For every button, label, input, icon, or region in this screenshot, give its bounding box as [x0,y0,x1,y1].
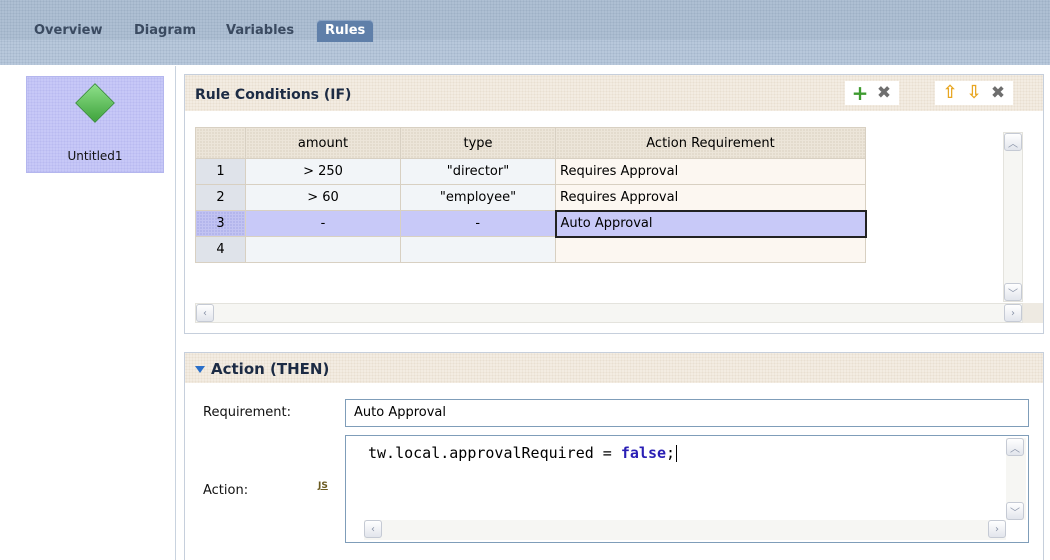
cell-action-requirement[interactable] [555,236,866,263]
cell-amount[interactable]: > 250 [245,158,401,185]
cell-amount[interactable]: - [245,210,401,237]
code-prefix: tw.local.approvalRequired = [368,444,621,462]
editor-vertical-scrollbar[interactable]: ︿ ﹀ [1006,438,1026,520]
cell-action-requirement[interactable]: Requires Approval [555,158,866,185]
javascript-icon[interactable]: JS [318,481,328,491]
code-suffix: ; [666,444,676,462]
tab-overview[interactable]: Overview [34,20,103,42]
row-number[interactable]: 3 [195,210,246,237]
table-row[interactable]: 2 > 60 "employee" Requires Approval [195,184,866,211]
tab-variables[interactable]: Variables [226,20,294,42]
move-up-icon[interactable]: ⇧ [941,84,959,102]
editor-tab-bar: Overview Diagram Variables Rules [0,0,1050,65]
step-palette: Untitled1 [0,66,176,560]
rules-editor: Rule Conditions (IF) + ✖ ⇧ ⇩ ✖ amount ty… [184,74,1044,560]
row-number-header [195,127,246,159]
rule-step-item[interactable]: Untitled1 [26,76,164,173]
cell-type[interactable] [400,236,556,263]
rule-conditions-section: Rule Conditions (IF) + ✖ ⇧ ⇩ ✖ amount ty… [184,74,1044,334]
tab-bar-base [0,40,1050,65]
table-row-selected[interactable]: 3 - - Auto Approval [195,209,867,238]
cell-type[interactable]: "director" [400,158,556,185]
cell-action-requirement[interactable]: Requires Approval [555,184,866,211]
column-header-type[interactable]: type [400,127,556,159]
table-horizontal-scrollbar[interactable]: ‹ › [195,303,1023,323]
scroll-down-icon[interactable]: ﹀ [1006,502,1024,520]
table-row[interactable]: 1 > 250 "director" Requires Approval [195,158,866,185]
requirement-field[interactable]: Auto Approval [345,399,1029,427]
code-keyword: false [620,444,667,462]
cell-type[interactable]: - [400,210,556,237]
cell-amount[interactable] [245,236,401,263]
requirement-label: Requirement: [203,405,291,420]
action-script-editor[interactable]: tw.local.approvalRequired = false; ︿ ﹀ ‹… [345,435,1029,543]
rule-conditions-title: Rule Conditions (IF) [195,87,352,103]
scroll-corner [1023,303,1043,323]
table-vertical-scrollbar[interactable]: ︿ ﹀ [1003,132,1023,302]
row-move-toolbar: ⇧ ⇩ ✖ [935,81,1013,105]
rule-conditions-header: Rule Conditions (IF) + ✖ ⇧ ⇩ ✖ [185,75,1043,111]
text-caret [676,445,678,462]
tab-diagram[interactable]: Diagram [134,20,196,42]
rule-conditions-table: amount type Action Requirement 1 > 250 "… [195,127,867,263]
move-down-icon[interactable]: ⇩ [965,84,983,102]
scroll-down-icon[interactable]: ﹀ [1004,283,1022,301]
delete-icon[interactable]: ✖ [875,84,893,102]
row-number[interactable]: 1 [195,158,246,185]
rule-step-label: Untitled1 [67,149,123,163]
scroll-right-icon[interactable]: › [988,520,1006,538]
action-section: Action (THEN) Requirement: Auto Approval… [184,352,1044,560]
row-number[interactable]: 4 [195,236,246,263]
scroll-up-icon[interactable]: ︿ [1004,133,1022,151]
table-header-row: amount type Action Requirement [195,127,866,159]
add-icon[interactable]: + [851,83,869,103]
scroll-right-icon[interactable]: › [1004,304,1022,322]
scroll-left-icon[interactable]: ‹ [196,304,214,322]
column-header-amount[interactable]: amount [245,127,401,159]
action-title-text: Action (THEN) [211,360,330,378]
action-label: Action: [203,483,249,498]
column-header-action-requirement[interactable]: Action Requirement [555,127,866,159]
green-diamond-icon [75,83,115,123]
collapse-triangle-icon[interactable] [195,366,205,373]
tab-rules[interactable]: Rules [317,20,374,42]
remove-icon[interactable]: ✖ [989,84,1007,102]
scroll-up-icon[interactable]: ︿ [1006,438,1024,456]
scroll-left-icon[interactable]: ‹ [364,520,382,538]
cell-action-requirement[interactable]: Auto Approval [554,209,867,238]
cell-type[interactable]: "employee" [400,184,556,211]
row-edit-toolbar: + ✖ [845,81,899,105]
table-row[interactable]: 4 [195,236,866,263]
editor-horizontal-scrollbar[interactable]: ‹ › [364,520,1006,540]
row-number[interactable]: 2 [195,184,246,211]
action-header[interactable]: Action (THEN) [185,353,1043,383]
code-line[interactable]: tw.local.approvalRequired = false; [368,444,678,462]
action-title: Action (THEN) [195,360,329,378]
cell-amount[interactable]: > 60 [245,184,401,211]
